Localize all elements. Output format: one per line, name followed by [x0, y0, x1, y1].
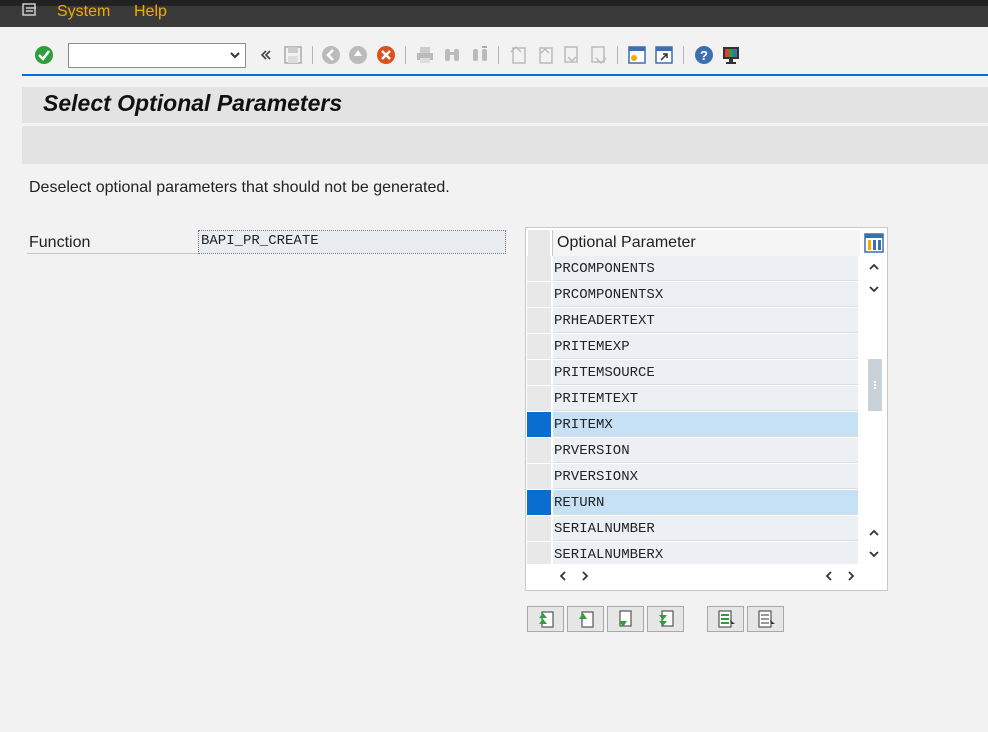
- row-selector[interactable]: [527, 256, 551, 281]
- next-row-icon: [618, 610, 632, 627]
- help-icon[interactable]: ?: [693, 44, 715, 66]
- table-settings-icon[interactable]: [864, 233, 884, 253]
- table-row[interactable]: PRCOMPONENTS: [527, 256, 858, 281]
- parameter-cell[interactable]: PRCOMPONENTS: [553, 256, 858, 281]
- print-icon[interactable]: [414, 44, 436, 66]
- title-bar: Select Optional Parameters: [22, 87, 988, 123]
- svg-text:?: ?: [700, 48, 708, 63]
- parameter-cell[interactable]: PRITEMSOURCE: [553, 360, 858, 385]
- scroll-right-icon[interactable]: [844, 569, 858, 583]
- parameter-cell[interactable]: PRVERSIONX: [553, 464, 858, 489]
- vertical-scroll-thumb[interactable]: [868, 359, 882, 411]
- toolbar-separator: [617, 46, 618, 64]
- row-selector[interactable]: [527, 386, 551, 411]
- row-selector[interactable]: [527, 490, 551, 515]
- table-row[interactable]: PRHEADERTEXT: [527, 308, 858, 333]
- menu-icon[interactable]: [22, 3, 40, 17]
- function-field[interactable]: BAPI_PR_CREATE: [198, 230, 506, 254]
- row-selector[interactable]: [527, 412, 551, 437]
- parameter-cell[interactable]: PRITEMEXP: [553, 334, 858, 359]
- find-icon[interactable]: [441, 44, 463, 66]
- shortcut-icon[interactable]: [653, 44, 675, 66]
- last-row-button[interactable]: [647, 606, 684, 632]
- instruction-text: Deselect optional parameters that should…: [29, 179, 450, 196]
- scroll-left-icon[interactable]: [556, 569, 570, 583]
- row-selector[interactable]: [527, 282, 551, 307]
- row-selector[interactable]: [527, 334, 551, 359]
- select-all-button[interactable]: [707, 606, 744, 632]
- toolbar-separator: [683, 46, 684, 64]
- enter-check-icon[interactable]: [33, 44, 55, 66]
- previous-page-icon[interactable]: [534, 44, 556, 66]
- next-row-button[interactable]: [607, 606, 644, 632]
- parameter-cell[interactable]: PRHEADERTEXT: [553, 308, 858, 333]
- table-row[interactable]: PRVERSIONX: [527, 464, 858, 489]
- first-page-icon[interactable]: [507, 44, 529, 66]
- scroll-left-icon[interactable]: [822, 569, 836, 583]
- back-icon[interactable]: [320, 44, 342, 66]
- parameter-cell[interactable]: PRCOMPONENTSX: [553, 282, 858, 307]
- toolbar-separator: [312, 46, 313, 64]
- menu-bar: System Help: [0, 0, 988, 27]
- select-all-icon: [717, 610, 735, 628]
- chevron-down-icon[interactable]: [228, 48, 242, 62]
- row-selector[interactable]: [527, 464, 551, 489]
- row-selector[interactable]: [527, 516, 551, 541]
- first-row-icon: [538, 611, 554, 628]
- scroll-up-icon[interactable]: [867, 260, 881, 274]
- parameter-cell[interactable]: PRITEMX: [553, 412, 858, 437]
- customize-layout-icon[interactable]: [720, 44, 742, 66]
- row-selector[interactable]: [527, 438, 551, 463]
- table-row[interactable]: PRVERSION: [527, 438, 858, 463]
- table-row[interactable]: SERIALNUMBER: [527, 516, 858, 541]
- last-page-icon[interactable]: [588, 44, 610, 66]
- row-selector[interactable]: [527, 360, 551, 385]
- first-row-button[interactable]: [527, 606, 564, 632]
- parameter-cell[interactable]: PRVERSION: [553, 438, 858, 463]
- function-label: Function: [29, 234, 91, 251]
- command-field[interactable]: [68, 43, 246, 68]
- cancel-icon[interactable]: [375, 44, 397, 66]
- scroll-up-icon[interactable]: [867, 526, 881, 540]
- table-header: Optional Parameter: [526, 230, 860, 256]
- previous-row-button[interactable]: [567, 606, 604, 632]
- toolbar-separator: [498, 46, 499, 64]
- save-icon[interactable]: [282, 44, 304, 66]
- parameter-cell[interactable]: SERIALNUMBER: [553, 516, 858, 541]
- table-row[interactable]: PRITEMX: [527, 412, 858, 437]
- parameter-cell[interactable]: PRITEMTEXT: [553, 386, 858, 411]
- page-title: Select Optional Parameters: [43, 90, 343, 116]
- table-row[interactable]: PRITEMTEXT: [527, 386, 858, 411]
- table-row[interactable]: RETURN: [527, 490, 858, 515]
- collapse-icon[interactable]: [255, 44, 277, 66]
- application-toolbar: [22, 126, 988, 164]
- select-all-cell[interactable]: [528, 230, 550, 256]
- menu-help[interactable]: Help: [134, 3, 167, 21]
- command-input[interactable]: [72, 45, 226, 68]
- new-session-icon[interactable]: [626, 44, 648, 66]
- exit-icon[interactable]: [347, 44, 369, 66]
- scroll-right-icon[interactable]: [578, 569, 592, 583]
- toolbar-separator: [405, 46, 406, 64]
- last-row-icon: [658, 610, 674, 627]
- deselect-all-button[interactable]: [747, 606, 784, 632]
- table-row[interactable]: PRCOMPONENTSX: [527, 282, 858, 307]
- row-selector[interactable]: [527, 308, 551, 333]
- deselect-all-icon: [757, 610, 775, 628]
- next-page-icon[interactable]: [561, 44, 583, 66]
- column-header-optional-parameter[interactable]: Optional Parameter: [552, 230, 860, 256]
- find-next-icon[interactable]: [469, 44, 491, 66]
- scroll-down-icon[interactable]: [867, 282, 881, 296]
- table-row[interactable]: PRITEMSOURCE: [527, 360, 858, 385]
- parameter-cell[interactable]: RETURN: [553, 490, 858, 515]
- scroll-down-icon[interactable]: [867, 547, 881, 561]
- table-row[interactable]: PRITEMEXP: [527, 334, 858, 359]
- previous-row-icon: [578, 611, 594, 628]
- menu-system[interactable]: System: [57, 3, 110, 21]
- toolbar-underline: [22, 74, 988, 76]
